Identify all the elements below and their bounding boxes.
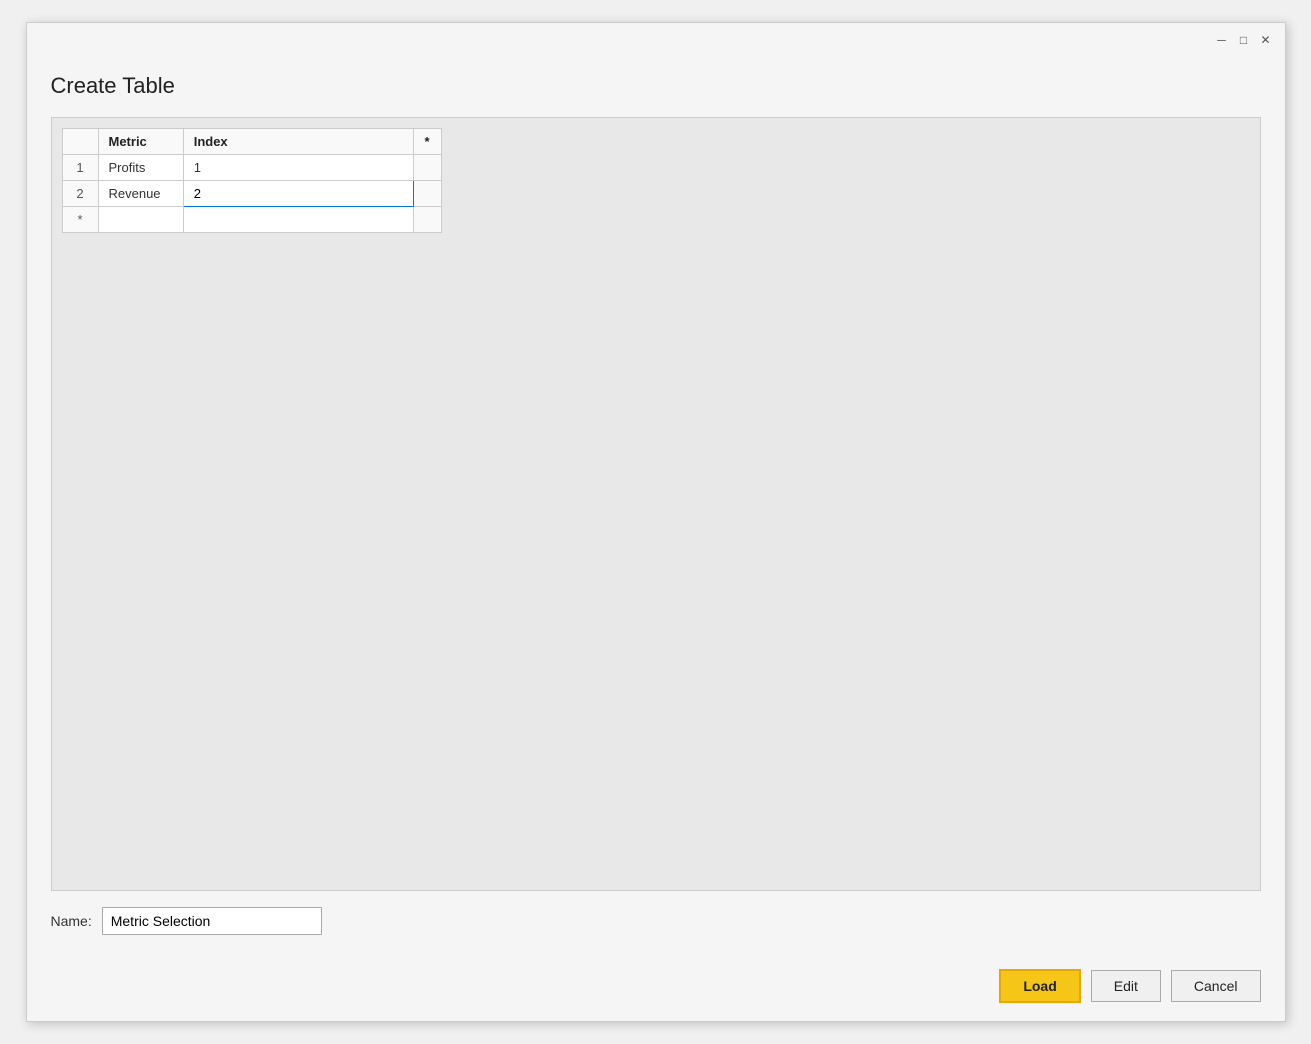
cell-star <box>413 181 441 207</box>
table-row: 1Profits1 <box>62 155 441 181</box>
bottom-row: Load Edit Cancel <box>27 951 1285 1021</box>
maximize-button[interactable]: □ <box>1233 29 1255 51</box>
col-header-star: * <box>413 129 441 155</box>
table-new-row[interactable]: * <box>62 207 441 233</box>
new-row-index[interactable] <box>183 207 413 233</box>
data-table: Metric Index * 1Profits12Revenue* <box>62 128 442 233</box>
load-button[interactable]: Load <box>999 969 1080 1003</box>
minimize-button[interactable]: ─ <box>1211 29 1233 51</box>
dialog-window: ─ □ ✕ Create Table Metric Index * 1Profi… <box>26 22 1286 1022</box>
cell-metric[interactable]: Profits <box>98 155 183 181</box>
row-number: 2 <box>62 181 98 207</box>
cell-index[interactable] <box>183 181 413 207</box>
cell-index[interactable]: 1 <box>183 155 413 181</box>
col-header-index: Index <box>183 129 413 155</box>
table-header-row: Metric Index * <box>62 129 441 155</box>
new-row-marker: * <box>62 207 98 233</box>
name-row: Name: <box>51 907 1261 935</box>
name-label: Name: <box>51 913 92 929</box>
new-row-star <box>413 207 441 233</box>
dialog-content: Create Table Metric Index * 1Profits12Re… <box>27 57 1285 951</box>
name-input[interactable] <box>102 907 322 935</box>
index-input[interactable] <box>194 186 403 201</box>
edit-button[interactable]: Edit <box>1091 970 1161 1002</box>
new-row-metric[interactable] <box>98 207 183 233</box>
row-number: 1 <box>62 155 98 181</box>
cell-star <box>413 155 441 181</box>
cell-metric[interactable]: Revenue <box>98 181 183 207</box>
col-header-rownum <box>62 129 98 155</box>
table-area: Metric Index * 1Profits12Revenue* <box>51 117 1261 891</box>
col-header-metric: Metric <box>98 129 183 155</box>
close-button[interactable]: ✕ <box>1255 29 1277 51</box>
cancel-button[interactable]: Cancel <box>1171 970 1261 1002</box>
dialog-title: Create Table <box>51 73 1261 99</box>
title-bar: ─ □ ✕ <box>27 23 1285 57</box>
table-row: 2Revenue <box>62 181 441 207</box>
